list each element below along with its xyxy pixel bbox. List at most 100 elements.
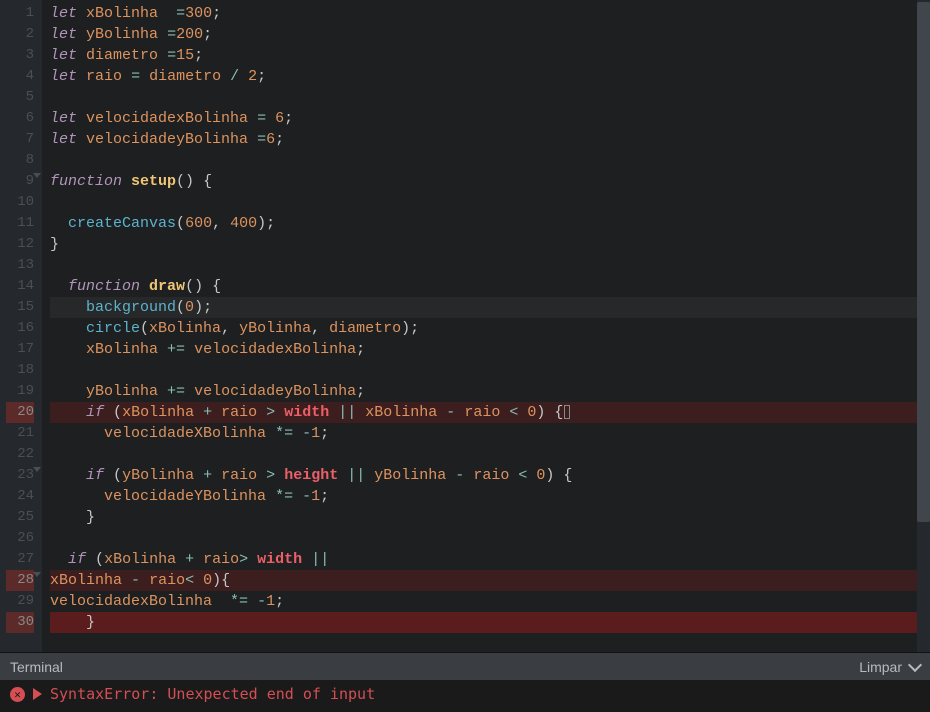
token-var: raio bbox=[464, 404, 500, 421]
token-op: = bbox=[257, 131, 266, 148]
token-kw: let bbox=[50, 26, 77, 43]
token-op: = bbox=[167, 47, 176, 64]
chevron-down-icon[interactable] bbox=[908, 657, 922, 671]
token-op: - bbox=[302, 488, 311, 505]
code-line[interactable] bbox=[50, 150, 917, 171]
token-paren: ) bbox=[257, 215, 266, 232]
terminal-header: Terminal Limpar bbox=[0, 652, 930, 680]
code-line[interactable] bbox=[50, 528, 917, 549]
code-line[interactable] bbox=[50, 192, 917, 213]
token-const: height bbox=[284, 467, 338, 484]
token-var: xBolinha bbox=[149, 320, 221, 337]
code-line[interactable]: if (yBolinha + raio > height || yBolinha… bbox=[50, 465, 917, 486]
token-const: width bbox=[284, 404, 329, 421]
fold-icon[interactable] bbox=[33, 173, 41, 178]
token-kw: let bbox=[50, 47, 77, 64]
code-line[interactable]: function draw() { bbox=[50, 276, 917, 297]
code-line[interactable]: } bbox=[50, 612, 917, 633]
code-line[interactable]: background(0); bbox=[50, 297, 917, 318]
line-number: 26 bbox=[6, 528, 34, 549]
code-line[interactable]: let raio = diametro / 2; bbox=[50, 66, 917, 87]
token-kw: function bbox=[50, 173, 122, 190]
token-pun: ; bbox=[257, 68, 266, 85]
line-number: 8 bbox=[6, 150, 34, 171]
code-line[interactable]: } bbox=[50, 507, 917, 528]
token-op: - bbox=[455, 467, 464, 484]
line-number: 17 bbox=[6, 339, 34, 360]
fold-icon[interactable] bbox=[33, 572, 41, 577]
scrollbar-thumb[interactable] bbox=[917, 2, 930, 522]
line-number: 11 bbox=[6, 213, 34, 234]
code-line[interactable]: xBolinha - raio< 0){ bbox=[50, 570, 917, 591]
code-line[interactable]: circle(xBolinha, yBolinha, diametro); bbox=[50, 318, 917, 339]
code-line[interactable]: createCanvas(600, 400); bbox=[50, 213, 917, 234]
code-line[interactable]: let xBolinha =300; bbox=[50, 3, 917, 24]
token-var: yBolinha bbox=[86, 26, 158, 43]
token-kw: if bbox=[86, 467, 104, 484]
code-editor[interactable]: 1234567891011121314151617181920212223242… bbox=[0, 0, 930, 652]
line-number: 25 bbox=[6, 507, 34, 528]
token-num: 0 bbox=[203, 572, 212, 589]
code-line[interactable]: velocidadeXBolinha *= -1; bbox=[50, 423, 917, 444]
token-var: raio bbox=[203, 551, 239, 568]
token-pun: ; bbox=[410, 320, 419, 337]
token-var: velocidadexBolinha bbox=[86, 110, 248, 127]
token-var: xBolinha bbox=[50, 572, 122, 589]
line-number: 4 bbox=[6, 66, 34, 87]
code-line[interactable]: if (xBolinha + raio > width || xBolinha … bbox=[50, 402, 917, 423]
line-number: 27 bbox=[6, 549, 34, 570]
token-pun: ; bbox=[194, 47, 203, 64]
code-line[interactable]: velocidadeYBolinha *= -1; bbox=[50, 486, 917, 507]
token-paren: ) bbox=[212, 572, 221, 589]
token-op: += bbox=[167, 341, 185, 358]
token-paren: () bbox=[176, 173, 194, 190]
code-line[interactable]: velocidadexBolinha *= -1; bbox=[50, 591, 917, 612]
token-var: xBolinha bbox=[122, 404, 194, 421]
code-line[interactable]: yBolinha += velocidadeyBolinha; bbox=[50, 381, 917, 402]
line-number: 6 bbox=[6, 108, 34, 129]
token-paren: ( bbox=[176, 299, 185, 316]
token-var: raio bbox=[149, 572, 185, 589]
vertical-scrollbar[interactable] bbox=[917, 0, 930, 652]
token-op: / bbox=[230, 68, 239, 85]
code-line[interactable]: if (xBolinha + raio> width || bbox=[50, 549, 917, 570]
terminal-title: Terminal bbox=[10, 659, 63, 675]
token-var: yBolinha bbox=[122, 467, 194, 484]
code-line[interactable]: let velocidadexBolinha = 6; bbox=[50, 108, 917, 129]
token-var: raio bbox=[473, 467, 509, 484]
token-op: += bbox=[167, 383, 185, 400]
code-line[interactable] bbox=[50, 360, 917, 381]
line-number: 30 bbox=[6, 612, 34, 633]
token-var: diametro bbox=[149, 68, 221, 85]
token-pun: { bbox=[203, 173, 212, 190]
code-line[interactable] bbox=[50, 255, 917, 276]
code-line[interactable]: xBolinha += velocidadexBolinha; bbox=[50, 339, 917, 360]
code-area[interactable]: let xBolinha =300;let yBolinha =200;let … bbox=[42, 0, 917, 652]
token-pun: , bbox=[311, 320, 320, 337]
terminal-clear-button[interactable]: Limpar bbox=[859, 659, 902, 675]
line-number: 3 bbox=[6, 45, 34, 66]
code-line[interactable] bbox=[50, 444, 917, 465]
code-line[interactable]: function setup() { bbox=[50, 171, 917, 192]
token-pun: ; bbox=[203, 26, 212, 43]
token-pun: { bbox=[221, 572, 230, 589]
token-bold: setup bbox=[131, 173, 176, 190]
terminal-body[interactable]: ✕ SyntaxError: Unexpected end of input bbox=[0, 680, 930, 712]
token-var: raio bbox=[86, 68, 122, 85]
token-op: *= bbox=[275, 425, 293, 442]
token-kw: function bbox=[68, 278, 140, 295]
code-line[interactable]: let yBolinha =200; bbox=[50, 24, 917, 45]
fold-icon[interactable] bbox=[33, 467, 41, 472]
token-pun: ; bbox=[212, 5, 221, 22]
token-paren: ( bbox=[113, 404, 122, 421]
token-paren: ( bbox=[113, 467, 122, 484]
line-number: 14 bbox=[6, 276, 34, 297]
line-number: 10 bbox=[6, 192, 34, 213]
token-op: || bbox=[311, 551, 329, 568]
token-var: velocidadeXBolinha bbox=[104, 425, 266, 442]
code-line[interactable] bbox=[50, 87, 917, 108]
code-line[interactable]: let velocidadeyBolinha =6; bbox=[50, 129, 917, 150]
code-line[interactable]: } bbox=[50, 234, 917, 255]
code-line[interactable]: let diametro =15; bbox=[50, 45, 917, 66]
token-pun: ; bbox=[356, 341, 365, 358]
